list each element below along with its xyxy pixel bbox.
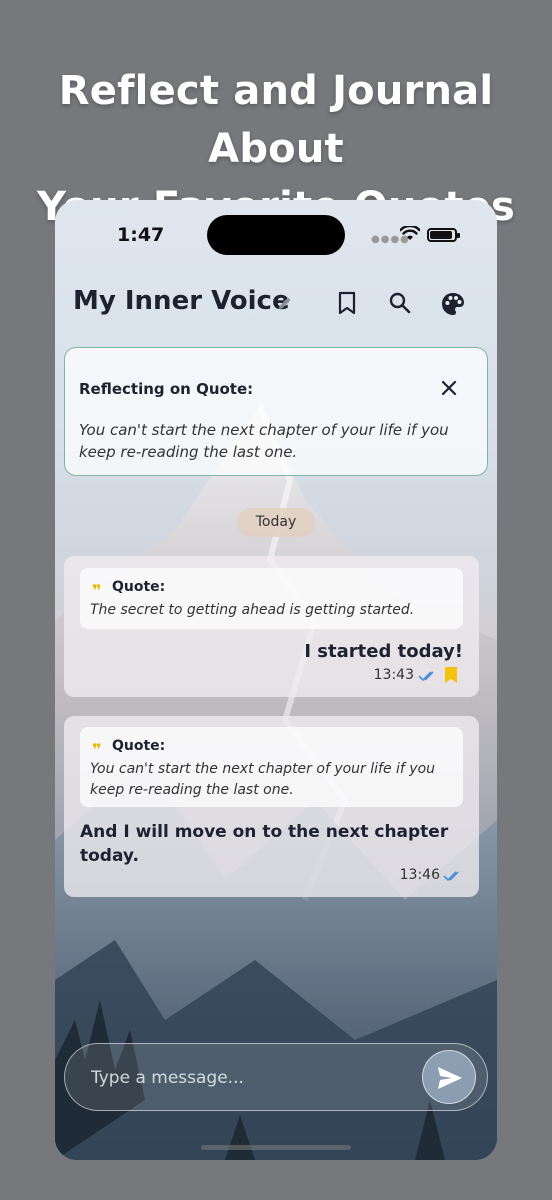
message-time: 13:43 bbox=[373, 667, 414, 683]
palette-icon[interactable] bbox=[439, 290, 467, 318]
wifi-icon bbox=[400, 226, 420, 240]
search-icon[interactable] bbox=[387, 290, 413, 316]
message-text: I started today! bbox=[304, 641, 463, 662]
app-title: My Inner Voice bbox=[73, 286, 290, 316]
quote-block[interactable]: ❞ Quote: You can't start the next chapte… bbox=[80, 727, 463, 807]
bookmark-filled-icon[interactable] bbox=[444, 666, 458, 684]
phone-screen: 1:47 ●●●● My Inner Voice Reflecting on Q… bbox=[55, 200, 497, 1160]
quote-label: Quote: bbox=[112, 738, 166, 754]
quote-icon: ❞ bbox=[92, 581, 102, 600]
quote-text: The secret to getting ahead is getting s… bbox=[90, 602, 415, 618]
reflecting-label: Reflecting on Quote: bbox=[79, 380, 254, 398]
send-icon bbox=[438, 1067, 462, 1089]
reflecting-quote-text: You can't start the next chapter of your… bbox=[79, 421, 449, 461]
read-ticks-icon bbox=[418, 671, 434, 682]
message-bubble[interactable]: ❞ Quote: You can't start the next chapte… bbox=[64, 716, 479, 897]
reflecting-on-quote-card: Reflecting on Quote: You can't start the… bbox=[64, 347, 488, 476]
send-button[interactable] bbox=[422, 1050, 476, 1104]
status-time: 1:47 bbox=[117, 224, 165, 246]
message-text: And I will move on to the next chapter t… bbox=[80, 822, 449, 866]
bookmark-icon[interactable] bbox=[335, 290, 359, 316]
edit-icon[interactable] bbox=[277, 295, 293, 311]
date-chip: Today bbox=[237, 508, 315, 537]
quote-text: You can't start the next chapter of your… bbox=[90, 761, 436, 798]
battery-icon bbox=[427, 228, 460, 242]
message-composer bbox=[64, 1043, 488, 1111]
quote-icon: ❞ bbox=[92, 740, 102, 759]
home-indicator bbox=[201, 1145, 351, 1150]
headline-line-1: Reflect and Journal About bbox=[58, 68, 494, 172]
read-ticks-icon bbox=[443, 871, 459, 882]
dynamic-island bbox=[207, 215, 345, 255]
close-icon[interactable] bbox=[437, 376, 461, 400]
quote-label: Quote: bbox=[112, 579, 166, 595]
message-time: 13:46 bbox=[399, 867, 440, 883]
quote-block[interactable]: ❞ Quote: The secret to getting ahead is … bbox=[80, 568, 463, 629]
message-bubble[interactable]: ❞ Quote: The secret to getting ahead is … bbox=[64, 556, 479, 697]
message-input[interactable] bbox=[91, 1064, 391, 1092]
status-bar: 1:47 ●●●● bbox=[55, 200, 497, 270]
